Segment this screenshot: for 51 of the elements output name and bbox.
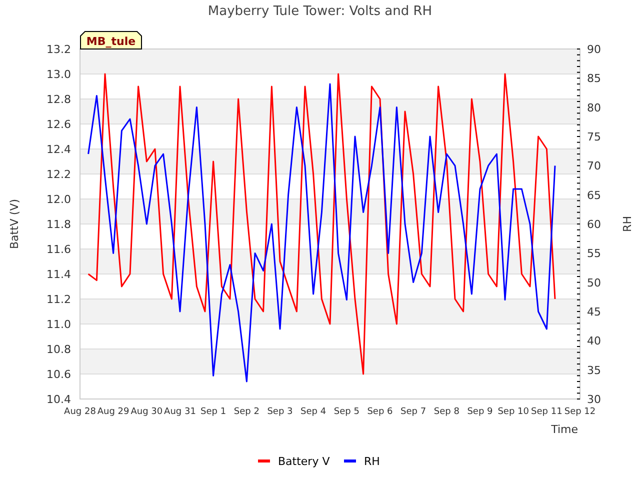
axis-tick-label: Sep 2 xyxy=(234,407,260,417)
axis-tick-label: Sep 11 xyxy=(531,407,562,417)
axis-tick-label: 11.2 xyxy=(46,293,71,306)
axis-tick-label: 10.4 xyxy=(46,393,71,406)
axis-tick-label: Sep 5 xyxy=(334,407,360,417)
axis-tick-label: 80 xyxy=(587,101,601,114)
station-tag: MB_tule xyxy=(80,31,142,50)
axis-tick-label: Sep 6 xyxy=(367,407,393,417)
axis-tick-label: 75 xyxy=(587,130,601,144)
axis-tick-label: Sep 10 xyxy=(498,407,529,417)
axis-tick-label: 50 xyxy=(587,276,601,290)
axis-tick-label: Sep 3 xyxy=(267,407,293,417)
axis-tick-label: 13.2 xyxy=(46,43,71,56)
axis-tick-label: 45 xyxy=(587,306,601,318)
axis-tick-label: 11.4 xyxy=(46,268,71,281)
axis-title: Time xyxy=(551,423,578,436)
axis-tick-label: Sep 12 xyxy=(564,407,596,417)
axis-tick-label: Aug 31 xyxy=(164,407,196,417)
axis-tick-label: Aug 29 xyxy=(97,407,130,417)
axis-tick-label: 70 xyxy=(587,160,601,173)
axis-tick-label: Sep 8 xyxy=(434,407,460,417)
axis-tick-label: 11.6 xyxy=(46,243,71,256)
axis-tick-label: 10.8 xyxy=(46,343,71,356)
legend-label: Battery V xyxy=(278,455,330,468)
chart-title: Mayberry Tule Tower: Volts and RH xyxy=(208,4,432,19)
axis-title: BattV (V) xyxy=(8,198,21,250)
axis-tick-label: 65 xyxy=(587,188,601,202)
axis-tick-label: 40 xyxy=(587,334,601,348)
axis-tick-label: 90 xyxy=(587,43,601,56)
axis-tick-label: 11.0 xyxy=(46,318,71,331)
axis-tick-label: 12.4 xyxy=(46,143,71,156)
axis-tick-label: 60 xyxy=(587,218,601,231)
axis-tick-label: Aug 30 xyxy=(130,407,163,417)
axis-tick-label: 12.0 xyxy=(46,193,71,206)
axis-title: RH xyxy=(621,216,634,232)
axis-tick-label: 12.2 xyxy=(46,168,71,181)
axis-tick-label: 13.0 xyxy=(46,68,71,81)
axis-tick-label: 10.6 xyxy=(46,368,71,381)
axis-tick-label: 12.6 xyxy=(46,118,71,131)
axis-tick-label: 11.8 xyxy=(46,218,71,231)
axis-tick-label: 85 xyxy=(587,72,601,86)
axis-tick-label: Aug 28 xyxy=(64,407,96,417)
axis-tick-label: Sep 1 xyxy=(200,407,226,417)
axis-tick-label: Sep 9 xyxy=(467,407,493,417)
axis-tick-label: 12.8 xyxy=(46,93,71,106)
axis-tick-label: Sep 4 xyxy=(300,407,326,417)
axis-tick-label: 55 xyxy=(587,247,601,260)
axis-tick-label: Sep 7 xyxy=(400,407,426,417)
axis-tick-label: 30 xyxy=(587,393,601,406)
axis-tick-label: 35 xyxy=(587,364,601,377)
legend-label: RH xyxy=(364,455,380,468)
